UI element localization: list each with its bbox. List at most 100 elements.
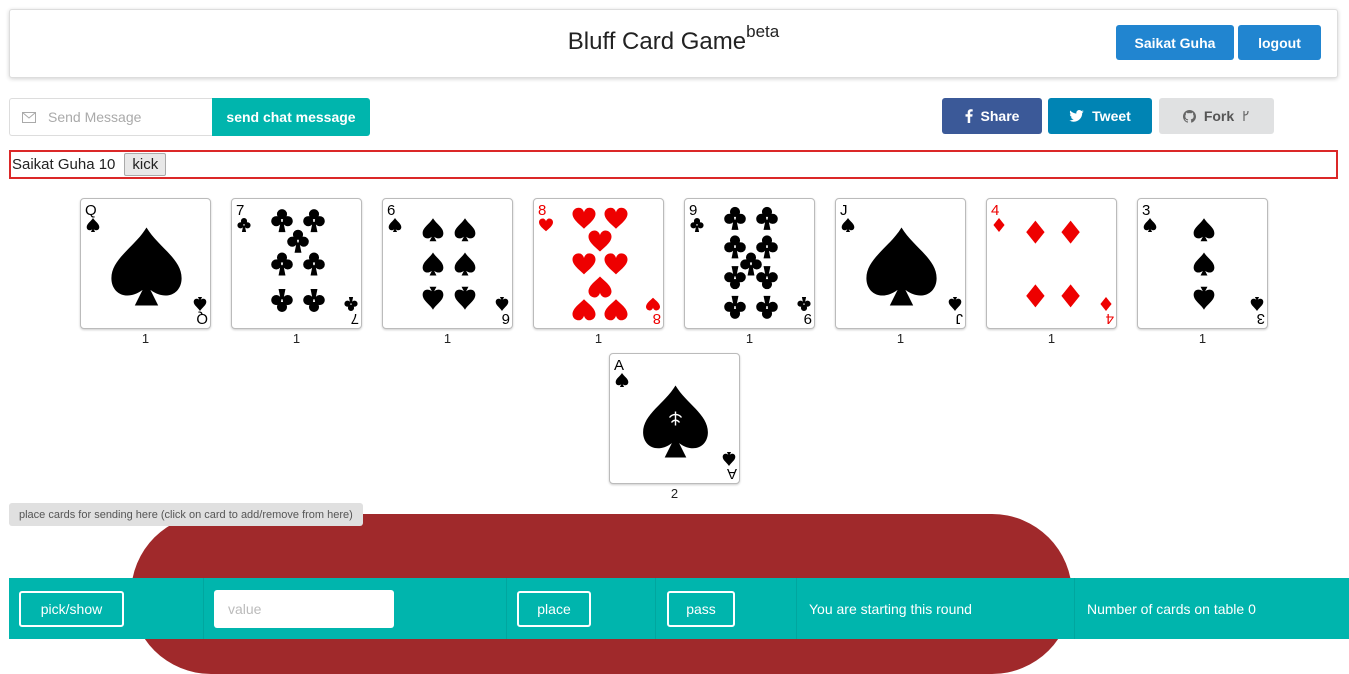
chat-input-wrapper xyxy=(9,98,212,136)
club-icon xyxy=(344,297,358,311)
card-count: 1 xyxy=(443,331,452,346)
heart-icon xyxy=(646,297,660,311)
card-rank: 3 xyxy=(1257,310,1265,327)
spade-icon xyxy=(422,218,444,242)
card-rank: Q xyxy=(85,202,97,219)
card-rank: A xyxy=(727,465,737,482)
share-label: Share xyxy=(980,108,1020,124)
spade-icon xyxy=(1193,218,1215,242)
placement-hint: place cards for sending here (click on c… xyxy=(9,503,363,526)
title-text: Bluff Card Game xyxy=(567,28,747,55)
spade-icon xyxy=(615,373,629,387)
user-button[interactable]: Saikat Guha xyxy=(1116,25,1234,60)
heart-icon xyxy=(572,207,596,229)
card-count: 1 xyxy=(1198,331,1207,346)
diamond-icon xyxy=(993,218,1005,232)
card-face: JJ xyxy=(840,202,964,327)
fork-label: Fork xyxy=(1203,108,1235,124)
fork-icon xyxy=(1243,110,1249,121)
card-rank: 4 xyxy=(991,202,999,219)
club-icon xyxy=(271,288,293,312)
logout-button[interactable]: logout xyxy=(1238,25,1321,60)
card-face: 33 xyxy=(1142,202,1265,327)
round-status: You are starting this round xyxy=(809,600,972,617)
club-icon xyxy=(690,218,704,232)
chat-form: send chat message xyxy=(9,98,370,136)
club-icon xyxy=(740,252,762,276)
chat-message-input[interactable] xyxy=(46,108,196,126)
diamond-icon xyxy=(1026,220,1045,244)
github-icon xyxy=(1182,109,1196,123)
pick-show-button[interactable]: pick/show xyxy=(19,590,124,627)
value-input[interactable] xyxy=(214,589,394,628)
twitter-icon xyxy=(1069,110,1084,122)
card-ace-spades[interactable]: AA xyxy=(609,353,740,484)
table-card-count: Number of cards on table 0 xyxy=(1087,600,1256,617)
card-count: 1 xyxy=(594,331,603,346)
fork-button[interactable]: Fork xyxy=(1159,98,1274,134)
card-count: 1 xyxy=(896,331,905,346)
heart-icon xyxy=(572,253,596,275)
card-count: 1 xyxy=(745,331,754,346)
pass-button[interactable]: pass xyxy=(667,590,735,627)
card-jack-spades[interactable]: JJ xyxy=(835,198,966,329)
card-seven-clubs[interactable]: 77 xyxy=(231,198,362,329)
title-beta: beta xyxy=(746,22,780,41)
card-three-spades[interactable]: 33 xyxy=(1137,198,1268,329)
send-chat-button[interactable]: send chat message xyxy=(212,98,370,136)
card-count: 1 xyxy=(292,331,301,346)
spade-icon xyxy=(1250,297,1264,311)
club-icon xyxy=(756,235,778,259)
heart-icon xyxy=(604,299,628,321)
card-face: QQ xyxy=(85,202,208,327)
club-icon xyxy=(237,218,251,232)
card-rank: Q xyxy=(196,310,208,327)
tweet-button[interactable]: Tweet xyxy=(1048,98,1152,134)
card-rank: J xyxy=(956,310,964,327)
spade-icon xyxy=(454,218,476,242)
pick-show-cell: pick/show xyxy=(9,578,204,639)
club-icon xyxy=(271,209,293,233)
spade-icon xyxy=(948,297,962,311)
card-count: 1 xyxy=(141,331,150,346)
card-nine-clubs[interactable]: 99 xyxy=(684,198,815,329)
card-eight-hearts[interactable]: 88 xyxy=(533,198,664,329)
card-rank: A xyxy=(614,357,624,374)
heart-icon xyxy=(539,218,553,232)
heart-icon xyxy=(604,207,628,229)
club-icon xyxy=(724,266,746,290)
spade-icon xyxy=(193,297,207,311)
share-button[interactable]: Share xyxy=(942,98,1042,134)
card-six-spades[interactable]: 66 xyxy=(382,198,513,329)
card-face: 88 xyxy=(538,202,661,327)
action-bar: pick/show place pass You are starting th… xyxy=(9,578,1349,639)
card-queen-spades[interactable]: QQ xyxy=(80,198,211,329)
spade-icon xyxy=(388,218,402,232)
player-list: Saikat Guha 10 kick xyxy=(9,150,1338,179)
heart-icon xyxy=(588,276,612,298)
spade-icon xyxy=(422,286,444,310)
heart-icon xyxy=(572,299,596,321)
spade-icon xyxy=(1143,218,1157,232)
spade-icon xyxy=(495,297,509,311)
card-rank: 4 xyxy=(1106,310,1114,327)
club-icon xyxy=(724,295,746,319)
club-icon xyxy=(303,209,325,233)
place-button[interactable]: place xyxy=(517,590,591,627)
envelope-icon xyxy=(22,111,36,123)
club-icon xyxy=(271,252,293,276)
club-icon xyxy=(756,206,778,230)
place-cell: place xyxy=(507,578,656,639)
card-four-diamonds[interactable]: 44 xyxy=(986,198,1117,329)
club-icon xyxy=(287,229,309,253)
club-icon xyxy=(797,297,811,311)
tweet-label: Tweet xyxy=(1092,108,1131,124)
spade-icon xyxy=(866,227,937,306)
card-count: 2 xyxy=(670,486,679,501)
card-face: 66 xyxy=(387,202,510,327)
card-rank: 8 xyxy=(653,310,661,327)
header-bar: Bluff Card Gamebeta Saikat Guha logout xyxy=(9,9,1338,78)
kick-button[interactable]: kick xyxy=(124,153,167,176)
spade-icon xyxy=(454,286,476,310)
spade-icon xyxy=(1193,286,1215,310)
